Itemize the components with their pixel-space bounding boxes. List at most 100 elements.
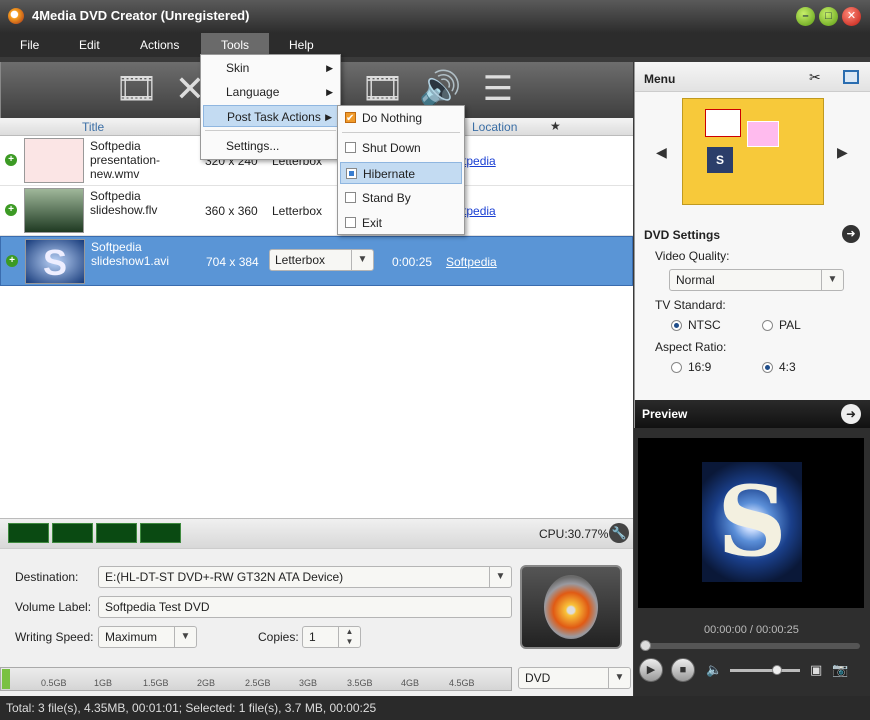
menu-item-exit[interactable]: Exit (340, 212, 462, 234)
wrench-icon[interactable]: 🔧 (609, 523, 629, 543)
tv-standard-label: TV Standard: (655, 298, 726, 312)
table-row[interactable]: + Softpedia slideshow.flv 360 x 360 Lett… (0, 186, 633, 236)
aspect-dropdown[interactable]: Letterbox ▼ (269, 249, 374, 271)
add-title-icon[interactable]: + (5, 204, 17, 216)
post-task-submenu: Do Nothing Shut Down Hibernate Stand By … (337, 105, 465, 235)
add-title-icon[interactable]: + (6, 255, 18, 267)
volume-label: Volume Label: (15, 600, 92, 614)
destination-dropdown[interactable]: E:(HL-DT-ST DVD+-RW GT32N ATA Device) ▼ (98, 566, 512, 588)
prev-template-icon[interactable]: ◀ (656, 144, 667, 161)
minimize-button[interactable]: – (796, 7, 815, 26)
stepper-arrows-icon[interactable]: ▲ ▼ (338, 627, 360, 647)
table-row[interactable]: + S Softpedia slideshow1.avi 704 x 384 L… (0, 236, 633, 286)
menu-actions[interactable]: Actions (130, 33, 189, 57)
writing-speed-dropdown[interactable]: Maximum ▼ (98, 626, 197, 648)
menu-item-label: Language (226, 85, 280, 99)
chevron-down-icon: ▼ (608, 668, 630, 688)
resolution: 704 x 384 (206, 255, 259, 269)
pal-label: PAL (779, 318, 801, 332)
volume-slider[interactable] (730, 665, 800, 675)
video-quality-dropdown[interactable]: Normal ▼ (669, 269, 844, 291)
menu-item-skin[interactable]: Skin ▶ (203, 57, 339, 79)
camera-icon[interactable]: 📷 (832, 662, 848, 678)
menu-item-label: Hibernate (363, 167, 416, 181)
menu-item-post-task-actions[interactable]: Post Task Actions ▶ (203, 105, 339, 127)
column-title[interactable]: Title (82, 120, 104, 134)
column-star[interactable]: ★ (550, 119, 561, 133)
menu-item-label: Stand By (362, 191, 411, 205)
copies-stepper[interactable]: 1 ▲ ▼ (302, 626, 361, 648)
add-title-icon[interactable]: + (5, 154, 17, 166)
menu-item-shut-down[interactable]: Shut Down (340, 137, 462, 159)
volume-handle[interactable] (772, 665, 782, 675)
timecode: 00:00:00 / 00:00:25 (704, 624, 799, 636)
capacity-tick: 2.5GB (245, 678, 271, 688)
column-location[interactable]: Location (472, 120, 517, 134)
checkbox (345, 108, 356, 130)
arrow-right-icon[interactable]: ➜ (842, 225, 860, 243)
aspect-mode[interactable]: Letterbox (272, 204, 322, 218)
subtitle-icon[interactable]: 🎞 (361, 68, 404, 110)
tools-menu: Skin ▶ Language ▶ Post Task Actions ▶ Setti… (200, 54, 341, 160)
cpu-graph (52, 523, 93, 543)
menu-edit[interactable]: Edit (69, 33, 110, 57)
next-template-icon[interactable]: ▶ (837, 144, 848, 161)
menu-item-label: Exit (362, 216, 383, 230)
menu-file[interactable]: File (10, 33, 49, 57)
pal-radio[interactable] (762, 320, 773, 331)
maximize-button[interactable]: □ (819, 7, 838, 26)
menu-item-language[interactable]: Language ▶ (203, 81, 339, 103)
capacity-tick: 4.5GB (449, 678, 475, 688)
chapter-list-icon[interactable]: ☰ (477, 68, 519, 110)
menu-divider (342, 132, 460, 133)
checkbox (345, 192, 356, 203)
video-screen: S (638, 438, 864, 608)
add-file-icon[interactable]: 🎞 (115, 68, 158, 110)
audio-icon[interactable]: 🔊 (419, 68, 461, 110)
checkbox (345, 217, 356, 228)
chevron-down-icon: ▼ (821, 270, 843, 290)
menu-item-hibernate[interactable]: Hibernate (340, 162, 462, 184)
duration: 0:00:25 (392, 255, 433, 269)
menu-item-label: Do Nothing (362, 111, 423, 125)
seek-slider[interactable] (640, 640, 860, 651)
menu-title: Menu (644, 72, 676, 86)
stop-icon[interactable]: ■ (671, 658, 695, 682)
capacity-tick: 1GB (94, 678, 113, 688)
snapshot-folder-icon[interactable]: ▣ (810, 662, 822, 678)
thumbnail (24, 138, 84, 183)
ntsc-radio[interactable] (671, 320, 682, 331)
destination-value: E:(HL-DT-ST DVD+-RW GT32N ATA Device) (105, 570, 344, 584)
template-frame (705, 109, 741, 137)
menu-item-settings[interactable]: Settings... (203, 135, 339, 157)
template-frame (747, 121, 779, 147)
tools-icon[interactable]: ✂ (809, 69, 821, 86)
play-icon[interactable]: ▶ (639, 658, 663, 682)
resolution: 360 x 360 (205, 204, 258, 218)
volume-icon[interactable]: 🔈 (706, 662, 722, 678)
status-bar: Total: 3 file(s), 4.35MB, 00:01:01; Sele… (0, 696, 870, 720)
location-link[interactable]: Softpedia (446, 255, 497, 269)
video-quality-value: Normal (676, 273, 715, 287)
burn-button[interactable] (520, 565, 622, 649)
aspect-ratio-label: Aspect Ratio: (655, 340, 727, 354)
destination-label: Destination: (15, 570, 79, 584)
arrow-right-icon[interactable]: ➜ (841, 404, 861, 424)
menu-item-do-nothing[interactable]: Do Nothing (340, 107, 462, 130)
close-button[interactable]: ✕ (842, 7, 861, 26)
cpu-bar: CPU:30.77% 🔧 (0, 518, 633, 548)
submenu-arrow-icon: ▶ (326, 87, 333, 97)
menu-template-preview[interactable]: S (682, 98, 824, 205)
cpu-graph (96, 523, 137, 543)
aspect-4-3-radio[interactable] (762, 362, 773, 373)
seek-handle[interactable] (640, 640, 651, 651)
menu-item-stand-by[interactable]: Stand By (340, 187, 462, 209)
cpu-usage: CPU:30.77% (539, 527, 609, 541)
ntsc-label: NTSC (688, 318, 721, 332)
capacity-tick: 1.5GB (143, 678, 169, 688)
layout-icon[interactable] (843, 70, 859, 84)
volume-label-input[interactable]: Softpedia Test DVD (98, 596, 512, 618)
disc-type-dropdown[interactable]: DVD ▼ (518, 667, 631, 689)
aspect-16-9-radio[interactable] (671, 362, 682, 373)
app-icon (8, 8, 24, 24)
